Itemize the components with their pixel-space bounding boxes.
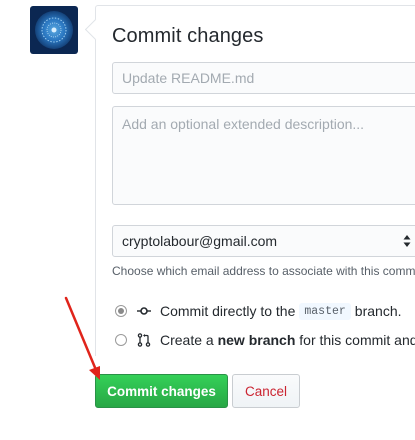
git-commit-icon [137, 307, 151, 315]
user-avatar[interactable] [30, 6, 78, 54]
commit-form-page: Commit changes cryptolabour@gmail.com Ch… [0, 0, 415, 440]
commit-summary-input[interactable] [112, 62, 415, 94]
new-branch-bold: new branch [217, 332, 296, 348]
email-select-value: cryptolabour@gmail.com [122, 233, 278, 249]
cancel-button[interactable]: Cancel [232, 374, 300, 408]
radio-new-branch[interactable] [115, 334, 127, 346]
commit-description-textarea[interactable] [112, 106, 415, 205]
new-branch-prefix: Create a [160, 332, 214, 348]
direct-prefix: Commit directly to the [160, 303, 296, 319]
radio-commit-direct[interactable] [115, 305, 127, 317]
branch-name: master [299, 302, 351, 320]
new-branch-suffix: for this commit and start a pull request… [299, 332, 415, 348]
option-commit-direct[interactable]: Commit directly to the master branch. [115, 302, 402, 320]
direct-suffix: branch. [354, 303, 402, 319]
avatar-image [30, 6, 78, 54]
option-new-branch[interactable]: Create a new branch for this commit and … [115, 331, 415, 349]
email-note: Choose which email address to associate … [112, 264, 415, 278]
form-title: Commit changes [112, 25, 264, 47]
select-arrows-icon [403, 235, 411, 247]
commit-changes-button[interactable]: Commit changes [95, 374, 228, 408]
email-select[interactable]: cryptolabour@gmail.com [112, 225, 415, 257]
git-pull-request-icon [137, 333, 151, 347]
